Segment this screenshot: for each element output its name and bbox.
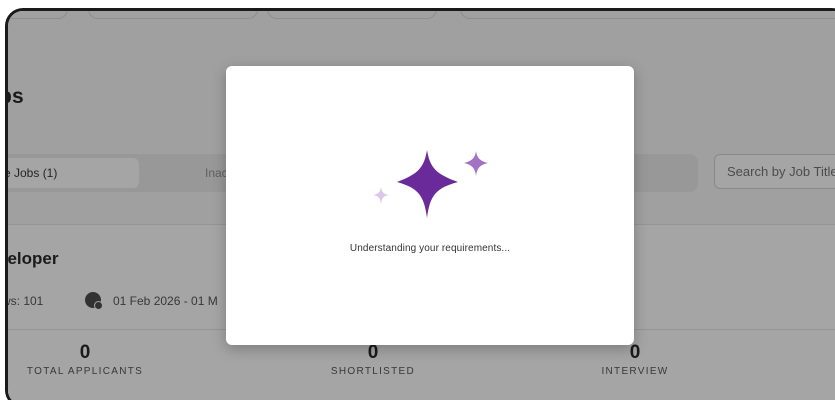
screen-frame: obs e Jobs (1) Inac Search by Job Title … (0, 0, 835, 400)
loading-message: Understanding your requirements... (349, 243, 511, 254)
loading-modal: Understanding your requirements... (226, 66, 634, 345)
sparkles-icon (366, 146, 496, 226)
